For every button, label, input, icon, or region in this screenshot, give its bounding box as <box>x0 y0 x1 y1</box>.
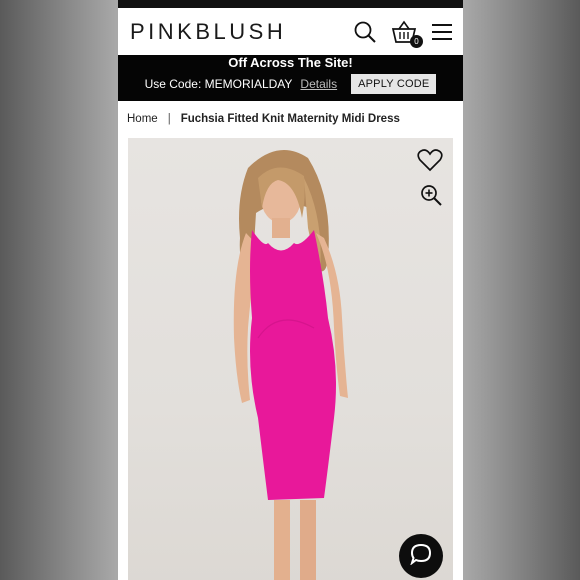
promo-code-row: Use Code: MEMORIALDAY Details APPLY CODE <box>118 74 463 94</box>
status-strip <box>118 0 463 8</box>
header-icons: 0 <box>353 20 453 48</box>
breadcrumb: Home | Fuchsia Fitted Knit Maternity Mid… <box>118 101 463 137</box>
breadcrumb-home[interactable]: Home <box>127 113 158 125</box>
promo-banner: Off Across The Site! Use Code: MEMORIALD… <box>118 55 463 101</box>
phone-screen: PINKBLUSH 0 Off Across The Site! Use Cod… <box>118 0 463 580</box>
chat-button[interactable] <box>399 534 443 578</box>
promo-code-label: Use Code: MEMORIALDAY <box>144 77 293 91</box>
apply-code-button[interactable]: APPLY CODE <box>351 74 437 94</box>
cart-count-badge: 0 <box>410 34 423 48</box>
site-header: PINKBLUSH 0 <box>118 8 463 55</box>
zoom-in-icon[interactable] <box>419 183 443 212</box>
chat-bubble-icon <box>410 543 432 570</box>
breadcrumb-separator: | <box>167 113 171 125</box>
breadcrumb-current: Fuchsia Fitted Knit Maternity Midi Dress <box>180 113 400 125</box>
search-icon[interactable] <box>353 20 377 44</box>
product-image[interactable] <box>128 138 453 580</box>
hamburger-menu-icon[interactable] <box>431 23 453 41</box>
heart-icon[interactable] <box>417 148 443 177</box>
shopping-basket-icon[interactable]: 0 <box>391 20 423 48</box>
promo-headline: Off Across The Site! <box>228 55 353 70</box>
brand-logo[interactable]: PINKBLUSH <box>130 19 286 45</box>
promo-details-link[interactable]: Details <box>300 77 337 91</box>
product-model-illustration <box>233 150 348 580</box>
